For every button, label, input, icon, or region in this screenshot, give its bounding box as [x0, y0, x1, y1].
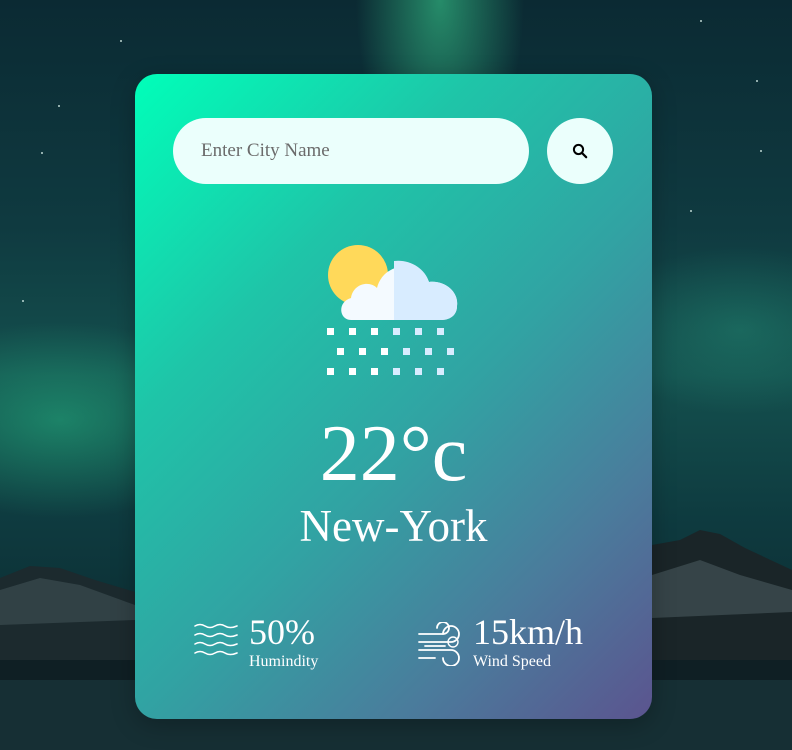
- humidity-waves-icon: [194, 623, 238, 656]
- wind-text: 15km/h Wind Speed: [473, 614, 583, 671]
- wind-icon: [418, 622, 460, 666]
- search-icon: [572, 143, 588, 159]
- wind-label: Wind Speed: [473, 653, 552, 670]
- search-button[interactable]: [547, 118, 613, 184]
- humidity-value: 50%: [249, 612, 315, 652]
- weather-card: 22°c New-York 50% Humindity: [135, 74, 652, 719]
- wind-value: 15km/h: [473, 612, 584, 652]
- humidity-label: Humindity: [249, 653, 319, 670]
- humidity-text: 50% Humindity: [249, 614, 318, 671]
- search-input[interactable]: [173, 118, 529, 184]
- temperature: 22°c: [319, 410, 468, 498]
- snow-cloud-sun-icon: [327, 245, 458, 375]
- humidity-detail: 50% Humindity: [193, 614, 318, 671]
- city-name: New-York: [299, 501, 488, 551]
- wind-detail: 15km/h Wind Speed: [417, 614, 583, 671]
